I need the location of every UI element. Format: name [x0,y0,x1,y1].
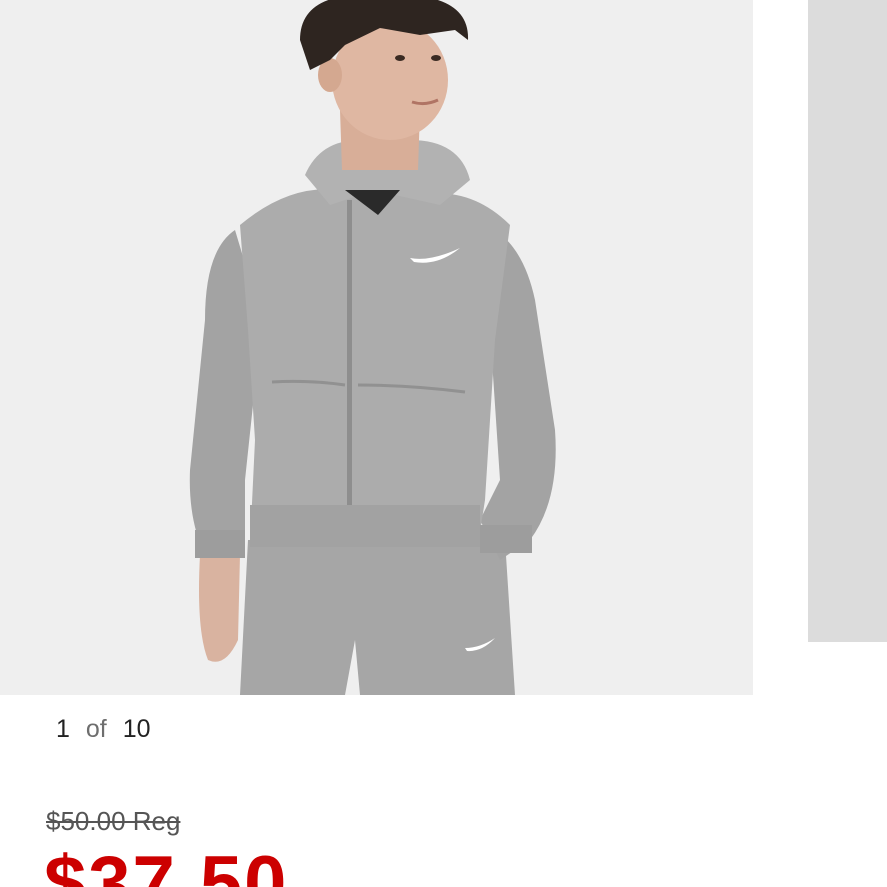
product-photo[interactable] [0,0,753,695]
carousel-counter: 1 of 10 [56,712,151,746]
carousel-current-index: 1 [56,714,70,743]
sale-price: $37.50 [44,841,289,887]
carousel-of-label: of [85,714,107,743]
carousel-slide-current[interactable] [0,0,753,695]
carousel-total-count: 10 [122,714,151,743]
carousel-slide-next-preview[interactable] [808,0,887,642]
product-image-carousel[interactable] [0,0,887,695]
product-page: 1 of 10 $50.00 Reg $37.50 [0,0,887,887]
regular-price: $50.00 Reg [46,806,181,836]
